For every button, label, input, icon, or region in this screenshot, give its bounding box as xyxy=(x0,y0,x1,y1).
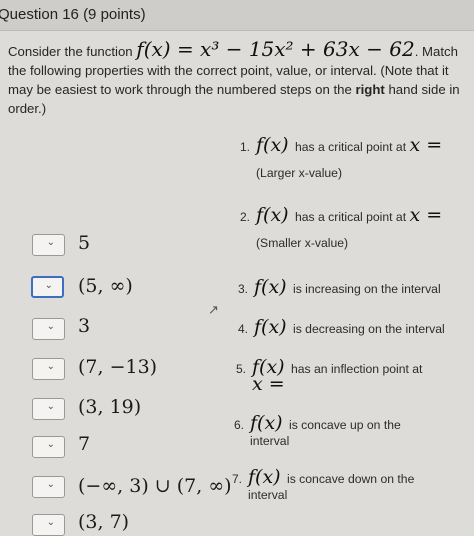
chevron-down-icon: ⌄ xyxy=(46,401,55,412)
property-6: 6. f(x) is concave up on the interval xyxy=(234,412,401,448)
property-5: 5. f(x) has an inflection point at x = xyxy=(236,356,423,395)
property-3: 3. f(x) is increasing on the interval xyxy=(238,276,441,298)
match-dropdown-8[interactable]: ⌄ xyxy=(32,514,65,536)
function-formula: f(x) = x³ − 15x² + 63x − 62 xyxy=(136,37,415,61)
option-value-1: 5 xyxy=(78,232,91,254)
match-dropdown-2[interactable]: ⌄ xyxy=(31,276,64,298)
match-dropdown-4[interactable]: ⌄ xyxy=(32,358,65,380)
match-dropdown-5[interactable]: ⌄ xyxy=(32,398,65,420)
option-value-2: (5, ∞) xyxy=(78,275,133,297)
option-value-3: 3 xyxy=(78,315,91,337)
option-value-5: (3, 19) xyxy=(78,396,142,418)
property-1: 1. f(x) has a critical point at x = (Larg… xyxy=(240,134,443,180)
mouse-cursor-icon: ↗ xyxy=(208,302,219,317)
property-2: 2. f(x) has a critical point at x = (Smal… xyxy=(240,204,443,250)
property-4: 4. f(x) is decreasing on the interval xyxy=(238,316,445,338)
match-dropdown-1[interactable]: ⌄ xyxy=(32,234,65,256)
match-dropdown-3[interactable]: ⌄ xyxy=(32,318,65,340)
chevron-down-icon: ⌄ xyxy=(46,479,55,490)
chevron-down-icon: ⌄ xyxy=(46,439,55,450)
option-value-4: (7, −13) xyxy=(78,356,158,378)
option-value-7: (−∞, 3) ∪ (7, ∞) xyxy=(78,475,232,497)
chevron-down-icon: ⌄ xyxy=(46,517,55,528)
property-7: 7. f(x) is concave down on the interval xyxy=(232,466,415,502)
match-dropdown-6[interactable]: ⌄ xyxy=(32,436,65,458)
option-value-6: 7 xyxy=(78,433,91,455)
question-number: Question 16 xyxy=(0,6,79,23)
chevron-down-icon: ⌄ xyxy=(46,361,55,372)
chevron-down-icon: ⌄ xyxy=(44,280,53,291)
question-title: Question 16 (9 points) xyxy=(0,6,146,23)
question-header: Question 16 (9 points) xyxy=(0,0,474,31)
chevron-down-icon: ⌄ xyxy=(46,321,55,332)
question-prompt: Consider the function f(x) = x³ − 15x² +… xyxy=(8,37,460,116)
chevron-down-icon: ⌄ xyxy=(46,237,55,248)
question-points: (9 points) xyxy=(83,6,146,23)
match-dropdown-7[interactable]: ⌄ xyxy=(32,476,65,498)
option-value-8: (3, 7) xyxy=(78,511,130,533)
